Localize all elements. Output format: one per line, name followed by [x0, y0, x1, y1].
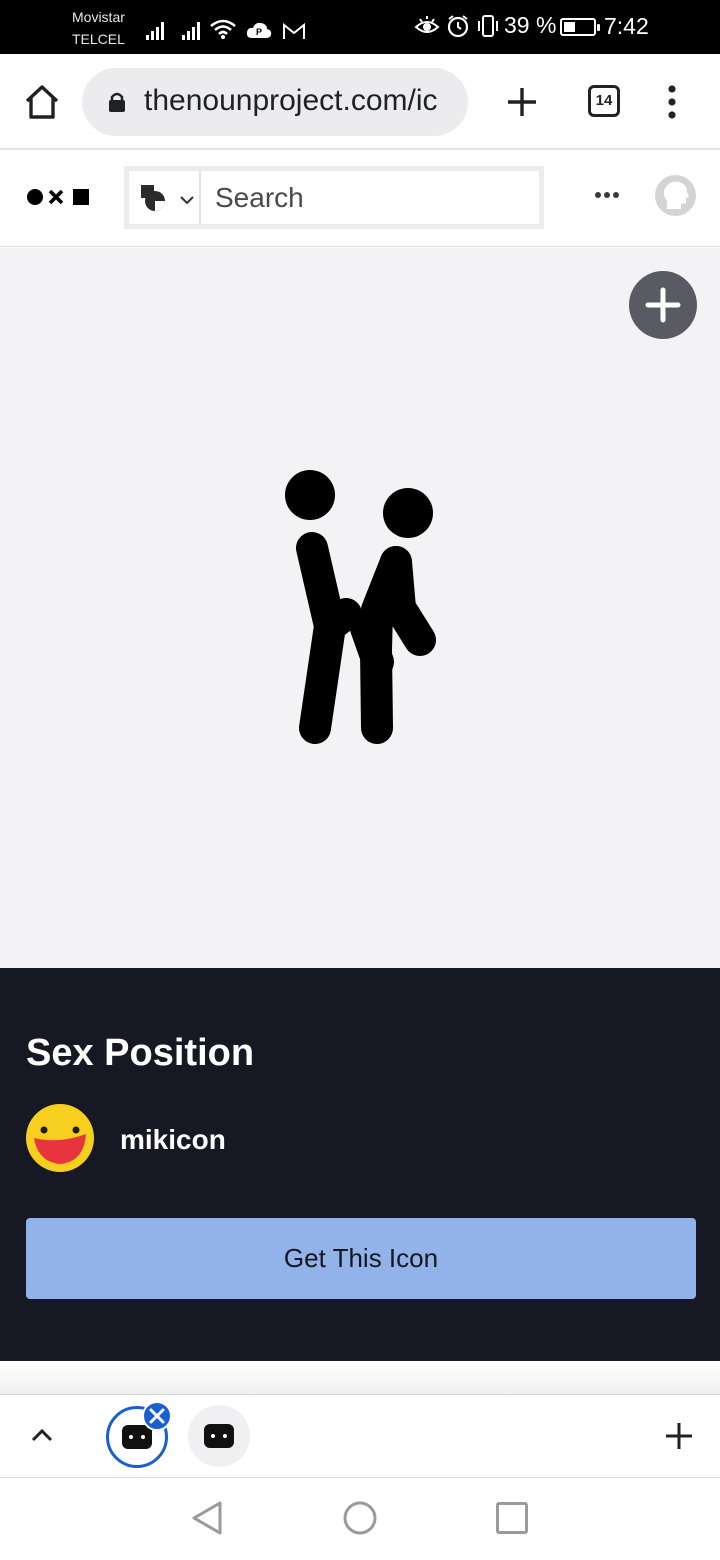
noun-project-logo[interactable]	[26, 187, 90, 207]
new-tab-icon[interactable]	[502, 82, 542, 122]
gmail-icon	[283, 22, 305, 39]
url-text: thenounproject.com/ic	[144, 84, 438, 117]
system-nav-bar	[0, 1478, 720, 1560]
status-bar: Movistar TELCEL P 39 % 7:42	[0, 0, 720, 54]
chevron-up-icon[interactable]	[28, 1425, 56, 1445]
address-bar[interactable]: thenounproject.com/ic	[82, 68, 468, 136]
browser-menu-icon[interactable]	[662, 82, 682, 122]
browser-toolbar: thenounproject.com/ic 14	[0, 54, 720, 150]
add-to-collection-button[interactable]	[629, 271, 697, 339]
clock-time: 7:42	[604, 13, 649, 39]
search-input[interactable]	[207, 171, 539, 224]
lock-icon	[109, 92, 125, 112]
back-icon[interactable]	[190, 1500, 224, 1536]
home-icon[interactable]	[22, 82, 62, 122]
carrier-primary: Movistar	[72, 9, 125, 25]
wifi-icon	[210, 19, 236, 39]
carrier-secondary: TELCEL	[72, 31, 125, 47]
creator-name[interactable]: mikicon	[120, 1124, 226, 1156]
close-tab-icon[interactable]	[142, 1401, 172, 1431]
icon-preview-area	[0, 248, 720, 968]
icon-title: Sex Position	[26, 1032, 255, 1074]
page-continuation	[0, 1361, 720, 1394]
more-options-icon[interactable]	[594, 191, 620, 199]
home-circle-icon[interactable]	[342, 1500, 378, 1536]
tab-switcher-button[interactable]: 14	[588, 85, 620, 117]
vibrate-icon	[478, 15, 498, 37]
tab-favicon-icon	[204, 1424, 234, 1448]
creator-avatar[interactable]	[26, 1104, 94, 1172]
user-head-icon	[663, 181, 689, 209]
close-icon	[149, 1408, 165, 1424]
icon-info-panel: Sex Position mikicon Get This Icon	[0, 968, 720, 1361]
battery-icon	[560, 18, 600, 36]
user-avatar[interactable]	[655, 175, 696, 216]
site-header	[0, 151, 720, 247]
get-this-icon-button[interactable]: Get This Icon	[26, 1218, 696, 1299]
inactive-tab[interactable]	[188, 1405, 250, 1467]
signal-icon	[146, 22, 164, 40]
svg-text:P: P	[256, 27, 262, 37]
chevron-down-icon	[180, 196, 194, 205]
plus-icon	[645, 287, 681, 323]
eye-icon	[414, 16, 440, 33]
recent-apps-icon[interactable]	[496, 1502, 528, 1534]
cloud-icon: P	[246, 22, 272, 38]
battery-percent: 39 %	[504, 12, 557, 38]
signal-icon	[182, 22, 200, 40]
add-tab-icon[interactable]	[662, 1419, 696, 1453]
search-bar	[124, 166, 544, 229]
icon-scope-icon	[141, 185, 165, 211]
noun-icon-illustration	[285, 470, 436, 744]
alarm-icon	[447, 15, 469, 38]
search-scope-dropdown[interactable]	[129, 171, 201, 224]
tab-strip	[0, 1394, 720, 1478]
